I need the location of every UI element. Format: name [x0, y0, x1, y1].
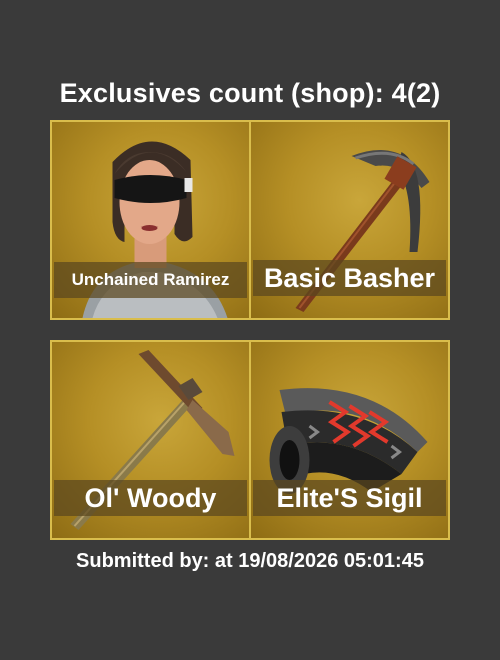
item-tile-basic-basher[interactable]: Basic Basher: [251, 122, 448, 318]
submitted-by-text: Submitted by: at 19/08/2026 05:01:45: [76, 550, 424, 572]
item-name-label: Unchained Ramirez: [54, 262, 247, 298]
items-grid-bottom: Ol' Woody Elite'S Sigil: [50, 340, 450, 540]
item-tile-ol-woody[interactable]: Ol' Woody: [52, 342, 249, 538]
item-tile-elites-sigil[interactable]: Elite'S Sigil: [251, 342, 448, 538]
exclusives-count-title: Exclusives count (shop): 4(2): [59, 78, 441, 108]
item-name-label: Ol' Woody: [54, 480, 247, 516]
item-name-label: Basic Basher: [253, 260, 446, 296]
item-tile-unchained-ramirez[interactable]: Unchained Ramirez: [52, 122, 249, 318]
items-grid-top: Unchained Ramirez Basic Basher: [50, 120, 450, 320]
item-name-label: Elite'S Sigil: [253, 480, 446, 516]
